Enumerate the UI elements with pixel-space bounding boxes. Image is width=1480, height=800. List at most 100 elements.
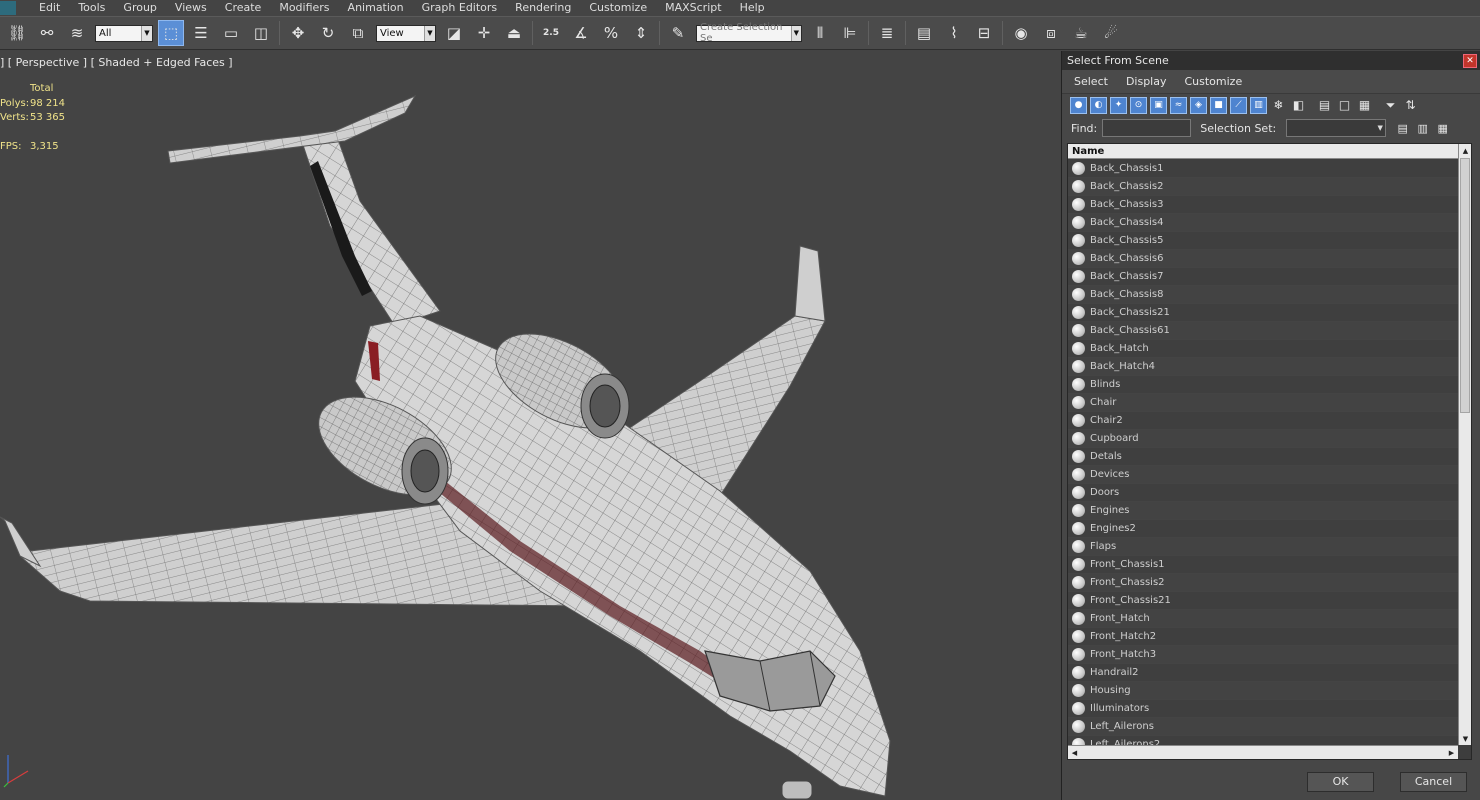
- filter-icon[interactable]: ⏷: [1382, 97, 1399, 114]
- display-geometry-icon[interactable]: ●: [1070, 96, 1087, 114]
- snaps-toggle-icon[interactable]: 2.5: [538, 20, 564, 46]
- pivot-center-icon[interactable]: ◪: [441, 20, 467, 46]
- list-item[interactable]: Flaps: [1068, 538, 1458, 556]
- select-by-name-icon[interactable]: ☰: [188, 20, 214, 46]
- select-none-icon[interactable]: ▥: [1414, 120, 1431, 137]
- list-item[interactable]: Blinds: [1068, 376, 1458, 394]
- find-input[interactable]: [1102, 119, 1192, 137]
- list-item[interactable]: Back_Chassis21: [1068, 304, 1458, 322]
- rendered-frame-window-icon[interactable]: ☕: [1068, 20, 1094, 46]
- list-item[interactable]: Devices: [1068, 466, 1458, 484]
- close-icon[interactable]: ✕: [1463, 53, 1477, 68]
- render-setup-icon[interactable]: ⧈: [1038, 20, 1064, 46]
- list-item[interactable]: Left_Ailerons: [1068, 718, 1458, 736]
- display-shapes-icon[interactable]: ◐: [1090, 96, 1107, 114]
- business-jet-wireframe-model[interactable]: [0, 51, 1060, 800]
- dialog-menu-customize[interactable]: Customize: [1184, 75, 1242, 88]
- list-item[interactable]: Housing: [1068, 682, 1458, 700]
- list-item[interactable]: Cupboard: [1068, 430, 1458, 448]
- dialog-menu-select[interactable]: Select: [1074, 75, 1108, 88]
- unlink-icon[interactable]: ⚯: [34, 20, 60, 46]
- keyboard-shortcut-icon[interactable]: ⏏: [501, 20, 527, 46]
- edit-named-selection-icon[interactable]: ✎: [665, 20, 691, 46]
- list-item[interactable]: Front_Chassis21: [1068, 592, 1458, 610]
- select-all-icon[interactable]: ▤: [1394, 120, 1411, 137]
- list-item[interactable]: Front_Hatch: [1068, 610, 1458, 628]
- menu-graph-editors[interactable]: Graph Editors: [413, 0, 507, 16]
- list-item[interactable]: Detals: [1068, 448, 1458, 466]
- display-bones-icon[interactable]: ⟋: [1230, 96, 1247, 114]
- select-object-icon[interactable]: ⬚: [158, 20, 184, 46]
- list-item[interactable]: Back_Chassis4: [1068, 214, 1458, 232]
- list-item[interactable]: Front_Chassis2: [1068, 574, 1458, 592]
- layer-manager-icon[interactable]: ≣: [874, 20, 900, 46]
- list-item[interactable]: Engines: [1068, 502, 1458, 520]
- list-item[interactable]: Back_Hatch4: [1068, 358, 1458, 376]
- perspective-viewport[interactable]: ] [ Perspective ] [ Shaded + Edged Faces…: [0, 51, 1060, 800]
- list-item[interactable]: Back_Chassis61: [1068, 322, 1458, 340]
- list-item[interactable]: Back_Chassis2: [1068, 178, 1458, 196]
- menu-tools[interactable]: Tools: [69, 0, 114, 16]
- percent-snap-icon[interactable]: %: [598, 20, 624, 46]
- display-helpers-icon[interactable]: ▣: [1150, 96, 1167, 114]
- list-item[interactable]: Front_Hatch3: [1068, 646, 1458, 664]
- scale-icon[interactable]: ⧉: [345, 20, 371, 46]
- horizontal-scrollbar[interactable]: ◀ ▶: [1068, 745, 1458, 759]
- curve-editor-icon[interactable]: ⌇: [941, 20, 967, 46]
- list-item[interactable]: Front_Hatch2: [1068, 628, 1458, 646]
- bind-space-warp-icon[interactable]: ≋: [64, 20, 90, 46]
- render-production-icon[interactable]: ☄: [1098, 20, 1124, 46]
- list-item[interactable]: Engines2: [1068, 520, 1458, 538]
- sort-icon[interactable]: ⇅: [1402, 97, 1419, 114]
- menu-group[interactable]: Group: [114, 0, 166, 16]
- material-editor-icon[interactable]: ◉: [1008, 20, 1034, 46]
- list-item[interactable]: Front_Chassis1: [1068, 556, 1458, 574]
- dialog-title-bar[interactable]: Select From Scene ✕: [1062, 51, 1480, 70]
- name-column-header[interactable]: Name: [1068, 144, 1458, 159]
- scroll-left-icon[interactable]: ◀: [1068, 746, 1081, 759]
- rotate-icon[interactable]: ↻: [315, 20, 341, 46]
- display-invert-icon[interactable]: ▦: [1356, 97, 1373, 114]
- list-item[interactable]: Back_Hatch: [1068, 340, 1458, 358]
- angle-snap-icon[interactable]: ∡: [568, 20, 594, 46]
- list-item[interactable]: Back_Chassis8: [1068, 286, 1458, 304]
- mirror-icon[interactable]: ⫴: [807, 20, 833, 46]
- list-item[interactable]: Handrail2: [1068, 664, 1458, 682]
- scroll-up-icon[interactable]: ▲: [1459, 144, 1471, 157]
- display-none-icon[interactable]: □: [1336, 97, 1353, 114]
- list-item[interactable]: Chair2: [1068, 412, 1458, 430]
- scene-object-list[interactable]: Name Back_Chassis1 Back_Chassis2 Back_Chas…: [1067, 143, 1472, 760]
- display-hidden-icon[interactable]: ◧: [1290, 97, 1307, 114]
- list-item[interactable]: Doors: [1068, 484, 1458, 502]
- schematic-view-icon[interactable]: ⊟: [971, 20, 997, 46]
- cancel-button[interactable]: Cancel: [1400, 771, 1467, 792]
- menu-customize[interactable]: Customize: [580, 0, 656, 16]
- list-item[interactable]: Back_Chassis7: [1068, 268, 1458, 286]
- menu-modifiers[interactable]: Modifiers: [270, 0, 338, 16]
- select-manipulate-icon[interactable]: ✛: [471, 20, 497, 46]
- display-containers-icon[interactable]: ▥: [1250, 96, 1267, 114]
- selection-filter-dropdown[interactable]: All ▼: [95, 24, 153, 42]
- reference-coord-dropdown[interactable]: View ▼: [376, 24, 436, 42]
- list-item[interactable]: Back_Chassis1: [1068, 160, 1458, 178]
- menu-create[interactable]: Create: [216, 0, 271, 16]
- scroll-down-icon[interactable]: ▼: [1459, 732, 1471, 745]
- app-icon[interactable]: [0, 1, 16, 15]
- menu-views[interactable]: Views: [166, 0, 216, 16]
- list-item[interactable]: Back_Chassis6: [1068, 250, 1458, 268]
- spinner-snap-icon[interactable]: ⇕: [628, 20, 654, 46]
- display-groups-icon[interactable]: ◈: [1190, 96, 1207, 114]
- display-frozen-icon[interactable]: ❄: [1270, 97, 1287, 114]
- menu-help[interactable]: Help: [731, 0, 774, 16]
- link-icon[interactable]: ⛓: [4, 20, 30, 46]
- align-icon[interactable]: ⊫: [837, 20, 863, 46]
- named-selection-dropdown[interactable]: Create Selection Se ▼: [696, 22, 802, 44]
- graphite-tools-icon[interactable]: ▤: [911, 20, 937, 46]
- list-item[interactable]: Back_Chassis3: [1068, 196, 1458, 214]
- list-item[interactable]: Back_Chassis5: [1068, 232, 1458, 250]
- display-space-warps-icon[interactable]: ≈: [1170, 96, 1187, 114]
- list-item[interactable]: Illuminators: [1068, 700, 1458, 718]
- scroll-right-icon[interactable]: ▶: [1445, 746, 1458, 759]
- move-icon[interactable]: ✥: [285, 20, 311, 46]
- ok-button[interactable]: OK: [1307, 771, 1374, 792]
